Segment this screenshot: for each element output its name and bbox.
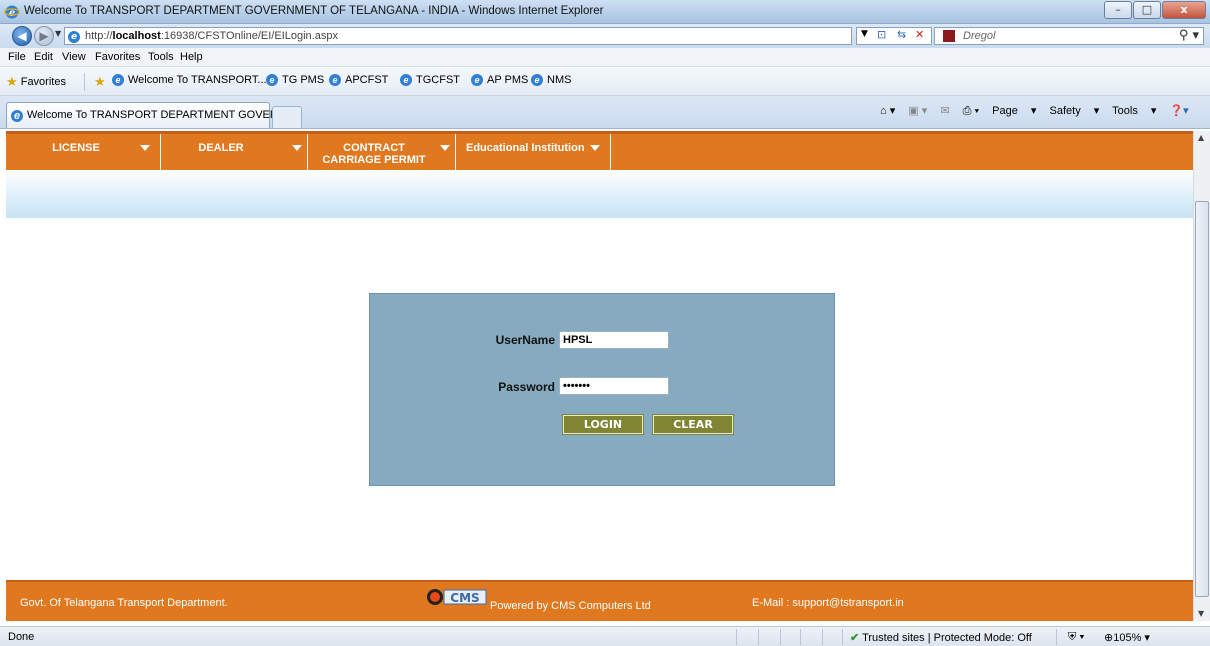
url-input[interactable]: e http://localhost:16938/CFSTOnline/EI/E… (64, 27, 852, 45)
search-icon[interactable]: ⚲ ▾ (1179, 28, 1199, 43)
nav-license[interactable]: LICENSE (6, 134, 161, 170)
fav-tgcfst[interactable]: e TGCFST (400, 74, 460, 87)
tab-ie-icon: e (11, 110, 23, 122)
clear-button[interactable]: CLEAR (653, 415, 733, 434)
fav-nms[interactable]: e NMS (531, 74, 571, 87)
footer-email: E-Mail : support@tstransport.in (752, 597, 904, 609)
nav-educational-label: Educational Institution (466, 142, 585, 154)
new-tab-button[interactable] (272, 106, 302, 128)
protected-mode-icon[interactable]: ⛨ ▾ (1068, 631, 1085, 644)
security-zone[interactable]: ✔ Trusted sites | Protected Mode: Off (850, 631, 1032, 644)
page-menu[interactable]: Page ▾ (992, 105, 1036, 117)
footer: Govt. Of Telangana Transport Department.… (6, 580, 1193, 621)
menu-help[interactable]: Help (180, 51, 203, 63)
stop-icon[interactable]: ✕ (915, 28, 924, 41)
page-icon: e (68, 30, 80, 43)
menu-favorites[interactable]: Favorites (95, 51, 140, 63)
menu-view[interactable]: View (62, 51, 86, 63)
feeds-icon[interactable]: ▣ ▾ (908, 105, 927, 117)
nav-contract-carriage-label: CONTRACT CARRIAGE PERMIT (322, 142, 426, 166)
forward-button[interactable]: ▶ (34, 26, 54, 46)
minimize-button[interactable]: – (1104, 1, 1132, 19)
footer-dept: Govt. Of Telangana Transport Department. (20, 597, 228, 609)
zoom-control[interactable]: ⊕105% ▾ (1104, 631, 1150, 644)
help-icon[interactable]: ❓▾ (1169, 105, 1188, 117)
checkmark-icon: ✔ (850, 632, 860, 644)
fav-apcfst[interactable]: e APCFST (329, 74, 388, 87)
status-sep (758, 629, 759, 645)
login-button[interactable]: LOGIN (563, 415, 643, 434)
menu-edit[interactable]: Edit (34, 51, 53, 63)
status-sep (800, 629, 801, 645)
history-dropdown-icon[interactable]: ▼ (55, 29, 61, 38)
address-tools: ▼ ⊡ ⇆ ✕ (856, 27, 932, 45)
status-sep (842, 629, 843, 645)
status-text: Done (8, 631, 35, 643)
print-icon[interactable]: ⎙ ▾ (963, 105, 979, 117)
nav-dealer-label: DEALER (198, 142, 244, 154)
ie-logo-icon: e (4, 5, 20, 19)
scroll-up-icon[interactable]: ▲ (1198, 133, 1204, 142)
menu-tools[interactable]: Tools (148, 51, 174, 63)
menu-file[interactable]: File (8, 51, 26, 63)
command-bar: ⌂ ▾ ▣ ▾ ✉ ⎙ ▾ Page ▾ Safety ▾ Tools ▾ ❓▾ (880, 104, 1199, 122)
tab-title: Welcome To TRANSPORT DEPARTMENT GOVER... (27, 109, 287, 121)
address-bar: ◀ ▶ ▼ e http://localhost:16938/CFSTOnlin… (0, 24, 1210, 48)
fav-ap-pms[interactable]: e AP PMS (471, 74, 528, 87)
vertical-scrollbar[interactable]: ▲ ▼ (1193, 131, 1210, 621)
password-label: Password (498, 380, 555, 394)
nav-license-label: LICENSE (52, 142, 100, 154)
nav-contract-carriage-permit[interactable]: CONTRACT CARRIAGE PERMIT (308, 134, 456, 170)
add-favorite-icon[interactable]: ★ (94, 74, 106, 90)
url-text: http://localhost:16938/CFSTOnline/EI/EIL… (85, 30, 338, 42)
nav-dealer[interactable]: DEALER (161, 134, 308, 170)
cms-logo-icon: CMS (427, 589, 487, 605)
svg-text:CMS: CMS (450, 591, 479, 605)
scroll-thumb[interactable] (1195, 201, 1209, 597)
refresh-icon[interactable]: ⇆ (897, 28, 906, 41)
compatibility-icon[interactable]: ⊡ (877, 28, 886, 41)
status-sep (780, 629, 781, 645)
menu-bar: File Edit View Favorites Tools Help (0, 48, 1210, 67)
header-banner (6, 170, 1193, 218)
chevron-down-icon (292, 145, 302, 151)
close-button[interactable]: x (1162, 1, 1206, 19)
search-provider-icon (943, 30, 955, 42)
chevron-down-icon (140, 145, 150, 151)
favorites-button[interactable]: ★ Favorites (6, 74, 66, 90)
url-dropdown-icon[interactable]: ▼ (861, 29, 868, 39)
search-input[interactable]: Dregol ⚲ ▾ (934, 27, 1204, 45)
back-button[interactable]: ◀ (12, 26, 32, 46)
fav-welcome[interactable]: e Welcome To TRANSPORT... (112, 74, 267, 87)
star-icon: ★ (6, 74, 18, 89)
favorites-bar: ★ Favorites ★ e Welcome To TRANSPORT... e… (0, 67, 1210, 96)
chevron-down-icon (590, 145, 600, 151)
tab-welcome[interactable]: e Welcome To TRANSPORT DEPARTMENT GOVER.… (6, 102, 287, 128)
tools-menu[interactable]: Tools ▾ (1112, 105, 1156, 117)
search-provider-label: Dregol (963, 30, 996, 42)
status-sep (822, 629, 823, 645)
home-icon[interactable]: ⌂ ▾ (880, 105, 895, 117)
favorites-separator (84, 73, 85, 91)
safety-menu[interactable]: Safety ▾ (1050, 105, 1100, 117)
username-input[interactable]: HPSL (559, 331, 669, 349)
username-label: UserName (495, 333, 555, 347)
fav-tg-pms[interactable]: e TG PMS (266, 74, 324, 87)
window-title-bar: e Welcome To TRANSPORT DEPARTMENT GOVERN… (0, 0, 1210, 24)
footer-powered: Powered by CMS Computers Ltd (490, 600, 651, 612)
page-content: LICENSE DEALER CONTRACT CARRIAGE PERMIT … (6, 131, 1193, 621)
login-panel: UserName HPSL Password ••••••• LOGIN CLE… (369, 293, 835, 486)
nav-educational-institution[interactable]: Educational Institution (456, 134, 611, 170)
status-sep (1056, 629, 1057, 645)
password-input[interactable]: ••••••• (559, 377, 669, 395)
status-bar: Done ✔ Trusted sites | Protected Mode: O… (0, 626, 1210, 646)
status-sep (736, 629, 737, 645)
maximize-button[interactable]: □ (1133, 1, 1161, 19)
main-nav: LICENSE DEALER CONTRACT CARRIAGE PERMIT … (6, 131, 1193, 170)
scroll-down-icon[interactable]: ▼ (1198, 609, 1204, 618)
chevron-down-icon (440, 145, 450, 151)
mail-icon[interactable]: ✉ (940, 105, 949, 117)
window-title: Welcome To TRANSPORT DEPARTMENT GOVERNME… (24, 5, 604, 17)
